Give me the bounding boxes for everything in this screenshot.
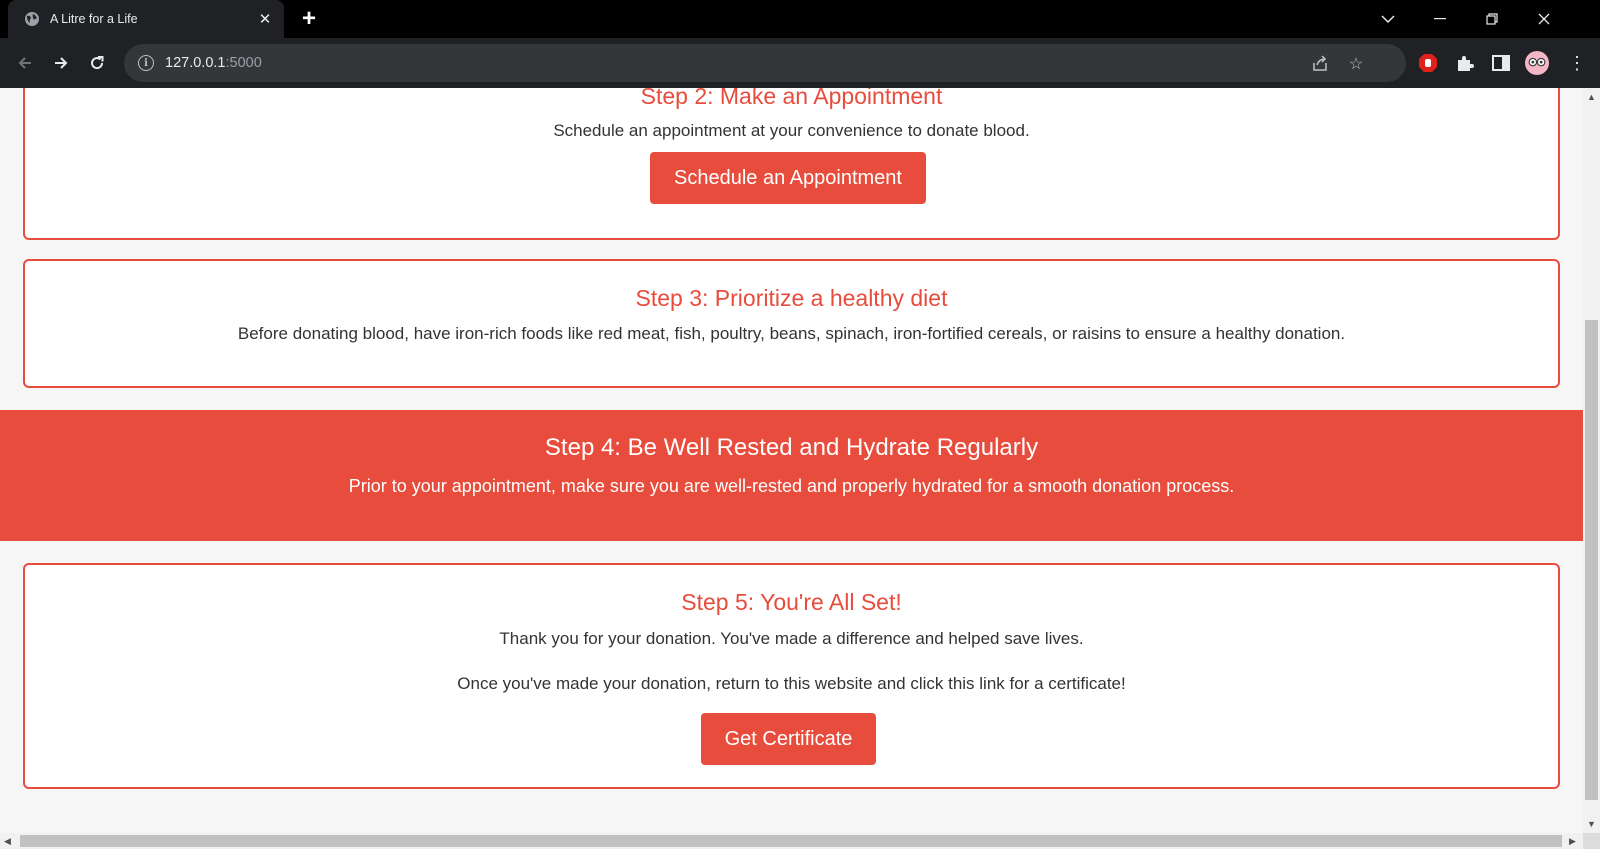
restore-button[interactable] [1466,0,1518,38]
certificate-instructions: Once you've made your donation, return t… [457,674,1126,693]
forward-button[interactable] [48,50,74,76]
share-icon[interactable] [1309,53,1331,75]
step3-card: Step 3: Prioritize a healthy diet Before… [23,259,1560,388]
scroll-down-arrow-icon[interactable]: ▼ [1587,819,1596,829]
step5-card: Step 5: You're All Set! Thank you for yo… [23,563,1560,789]
extensions-puzzle-icon[interactable] [1453,51,1477,75]
scroll-up-arrow-icon[interactable]: ▲ [1587,92,1596,102]
vertical-scroll-thumb[interactable] [1585,320,1598,800]
new-tab-button[interactable]: + [297,7,321,31]
url-host: 127.0.0.1 [165,55,226,71]
info-icon[interactable]: i [138,55,154,71]
url-port: :5000 [225,55,262,71]
schedule-appointment-button[interactable]: Schedule an Appointment [650,152,926,204]
back-button[interactable] [12,50,38,76]
step5-title: Step 5: You're All Set! [681,589,902,615]
step5-text: Thank you for your donation. You've made… [499,629,1084,648]
horizontal-scroll-thumb[interactable] [20,835,1562,847]
scrollbar-corner [1583,833,1600,849]
close-window-button[interactable] [1518,0,1570,38]
step2-title: Step 2: Make an Appointment [640,88,943,109]
side-panel-icon[interactable] [1489,51,1513,75]
scroll-left-arrow-icon[interactable]: ◀ [4,836,11,846]
browser-toolbar: i 127.0.0.1 :5000 ☆ ⋮ [0,38,1600,88]
step4-title: Step 4: Be Well Rested and Hydrate Regul… [544,434,1039,461]
tab-title: A Litre for a Life [50,12,138,26]
tab-search-icon[interactable] [1362,0,1414,38]
horizontal-scrollbar[interactable]: ◀ ▶ [0,833,1583,849]
vertical-scrollbar[interactable]: ▲ ▼ [1583,88,1600,833]
scroll-right-arrow-icon[interactable]: ▶ [1569,836,1576,846]
page-viewport: Step 2: Make an Appointment Schedule an … [0,88,1583,833]
globe-icon [24,11,40,27]
menu-icon[interactable]: ⋮ [1565,51,1589,75]
minimize-button[interactable] [1414,0,1466,38]
close-tab-icon[interactable]: ✕ [256,10,274,28]
step3-title: Step 3: Prioritize a healthy diet [635,285,948,311]
step3-text: Before donating blood, have iron-rich fo… [237,324,1346,343]
adblock-extension-icon[interactable] [1416,51,1440,75]
get-certificate-button[interactable]: Get Certificate [701,713,876,765]
step4-text: Prior to your appointment, make sure you… [348,476,1235,496]
profile-avatar[interactable] [1525,51,1549,75]
reload-button[interactable] [84,50,110,76]
step2-card: Step 2: Make an Appointment Schedule an … [23,88,1560,240]
bookmark-star-icon[interactable]: ☆ [1345,53,1367,75]
tab-strip: A Litre for a Life ✕ + [0,0,1600,38]
browser-tab[interactable]: A Litre for a Life ✕ [8,0,284,38]
address-bar[interactable]: i 127.0.0.1 :5000 ☆ [124,44,1406,82]
step4-banner: Step 4: Be Well Rested and Hydrate Regul… [0,410,1583,541]
step2-text: Schedule an appointment at your convenie… [553,121,1030,140]
